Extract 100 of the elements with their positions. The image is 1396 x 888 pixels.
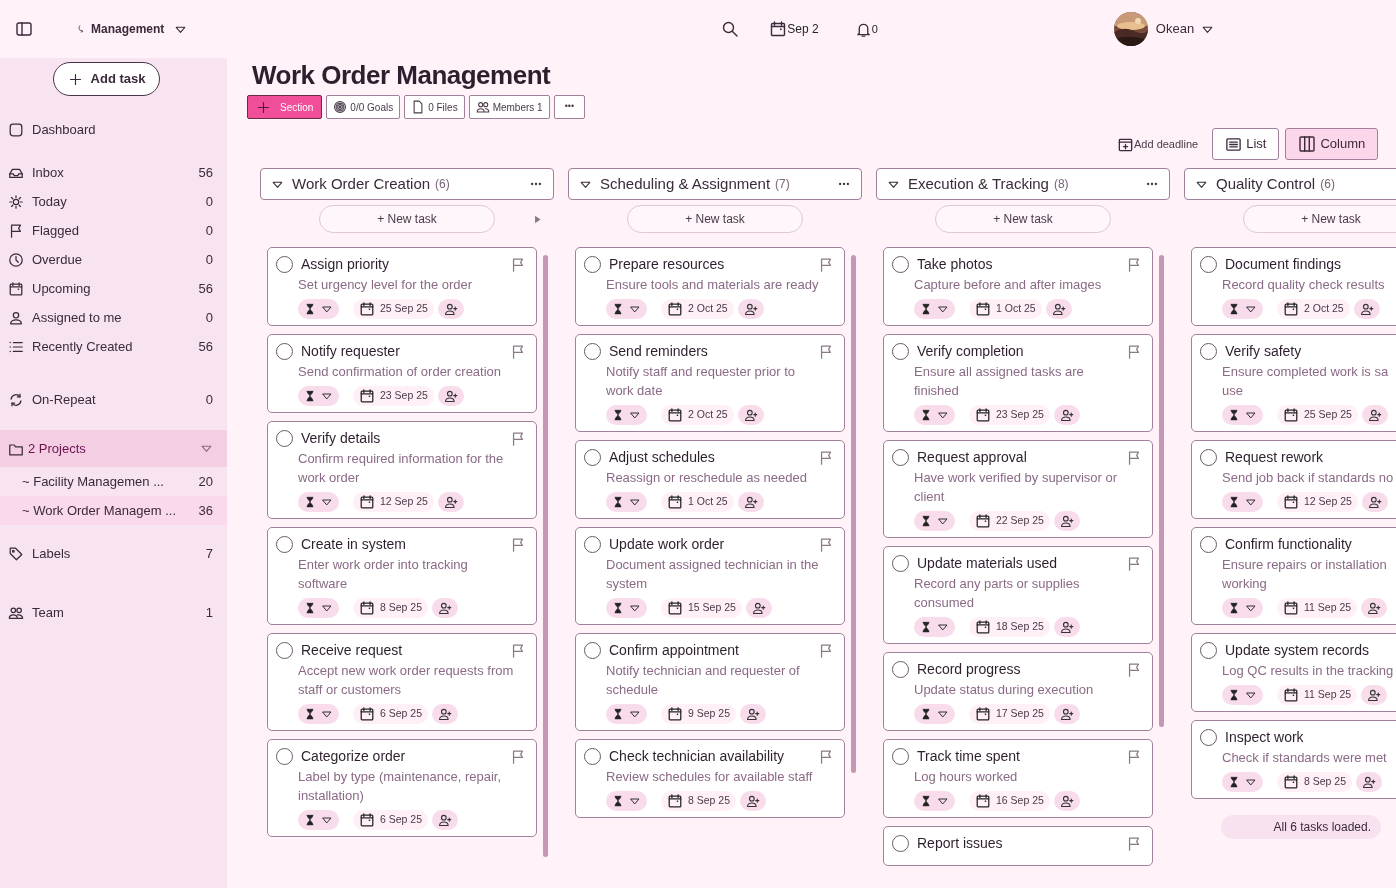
task-card[interactable]: Update system records Log QC results in the tracking 11 Sep 25	[1191, 633, 1396, 713]
due-date-button[interactable]: 16 Sep 25	[969, 791, 1050, 812]
task-checkbox[interactable]	[276, 343, 293, 361]
priority-button[interactable]	[1222, 405, 1263, 426]
priority-button[interactable]	[298, 704, 339, 725]
assign-button[interactable]	[1053, 511, 1080, 532]
task-checkbox[interactable]	[1200, 343, 1217, 361]
assign-button[interactable]	[740, 704, 767, 725]
task-checkbox[interactable]	[584, 256, 601, 274]
task-checkbox[interactable]	[276, 430, 293, 448]
due-date-button[interactable]: 8 Sep 25	[353, 598, 429, 619]
task-card[interactable]: Take photos Capture before and after images 1 Oct 25	[883, 247, 1153, 327]
column-header[interactable]: Quality Control (6)	[1184, 168, 1396, 201]
sidebar-toggle-button[interactable]	[15, 20, 33, 38]
task-card[interactable]: Update work order Document assigned technician in the system 15 Sep 25	[575, 527, 845, 626]
priority-button[interactable]	[606, 704, 647, 725]
priority-button[interactable]	[1222, 772, 1263, 793]
task-card[interactable]: Verify completion Ensure all assigned tasks are finished 23 Sep 25	[883, 334, 1153, 433]
due-date-button[interactable]: 1 Oct 25	[969, 299, 1042, 320]
task-card[interactable]: Check technician availability Review schedules for available staff 8 Sep 25	[575, 739, 845, 819]
task-checkbox[interactable]	[892, 256, 909, 274]
task-checkbox[interactable]	[1200, 642, 1217, 660]
due-date-button[interactable]: 11 Sep 25	[1277, 685, 1358, 706]
column-header[interactable]: Work Order Creation (6)	[260, 168, 554, 201]
task-checkbox[interactable]	[892, 661, 909, 679]
assign-button[interactable]	[1361, 492, 1388, 513]
members-button[interactable]: Members 1	[468, 95, 550, 120]
new-task-button[interactable]: + New task	[1243, 205, 1396, 234]
assign-button[interactable]	[1053, 704, 1080, 725]
task-card[interactable]: Verify safety Ensure completed work is sa use 25 Sep 25	[1191, 334, 1396, 433]
sidebar-item[interactable]: Flagged 0	[0, 216, 227, 245]
assign-button[interactable]	[1353, 299, 1380, 320]
priority-button[interactable]	[1222, 598, 1263, 619]
assign-button[interactable]	[737, 405, 764, 426]
due-date-button[interactable]: 6 Sep 25	[353, 704, 429, 725]
column-view-button[interactable]: Column	[1285, 128, 1379, 161]
due-date-button[interactable]: 22 Sep 25	[969, 511, 1050, 532]
task-checkbox[interactable]	[892, 449, 909, 467]
priority-button[interactable]	[914, 704, 955, 725]
assign-button[interactable]	[437, 492, 464, 513]
priority-button[interactable]	[298, 810, 339, 831]
priority-button[interactable]	[606, 492, 647, 513]
assign-button[interactable]	[740, 791, 767, 812]
priority-button[interactable]	[914, 617, 955, 638]
task-checkbox[interactable]	[584, 642, 601, 660]
assign-button[interactable]	[1053, 791, 1080, 812]
task-card[interactable]: Adjust schedules Reassign or reschedule as needed 1 Oct 25	[575, 440, 845, 520]
task-card[interactable]: Request rework Send job back if standards no 12 Sep 25	[1191, 440, 1396, 520]
sidebar-item[interactable]: Assigned to me 0	[0, 303, 227, 332]
assign-button[interactable]	[437, 386, 464, 407]
project-item[interactable]: ~ Work Order Managem ... 36	[0, 496, 227, 525]
sidebar-item[interactable]: Recently Created 56	[0, 332, 227, 361]
priority-button[interactable]	[1222, 492, 1263, 513]
due-date-button[interactable]: 25 Sep 25	[353, 299, 434, 320]
sidebar-item[interactable]: Overdue 0	[0, 245, 227, 274]
priority-button[interactable]	[1222, 299, 1263, 320]
priority-button[interactable]	[914, 299, 955, 320]
priority-button[interactable]	[606, 299, 647, 320]
due-date-button[interactable]: 2 Oct 25	[661, 299, 734, 320]
due-date-button[interactable]: 1 Oct 25	[661, 492, 734, 513]
task-card[interactable]: Record progress Update status during execution 17 Sep 25	[883, 652, 1153, 732]
task-checkbox[interactable]	[892, 835, 909, 853]
projects-header[interactable]: 2 Projects	[0, 430, 227, 467]
task-checkbox[interactable]	[276, 748, 293, 766]
due-date-button[interactable]: 12 Sep 25	[353, 492, 434, 513]
task-card[interactable]: Confirm functionality Ensure repairs or installation working 11 Sep 25	[1191, 527, 1396, 626]
task-checkbox[interactable]	[584, 343, 601, 361]
due-date-button[interactable]: 18 Sep 25	[969, 617, 1050, 638]
task-checkbox[interactable]	[1200, 449, 1217, 467]
sidebar-item[interactable]: Dashboard	[0, 115, 227, 144]
assign-button[interactable]	[1361, 598, 1388, 619]
due-date-button[interactable]: 8 Sep 25	[1277, 772, 1353, 793]
due-date-button[interactable]: 23 Sep 25	[353, 386, 434, 407]
workspace-name[interactable]: Management	[91, 20, 165, 38]
due-date-button[interactable]: 2 Oct 25	[661, 405, 734, 426]
due-date-button[interactable]: 8 Sep 25	[661, 791, 737, 812]
task-checkbox[interactable]	[276, 256, 293, 274]
new-task-button[interactable]: + New task	[627, 205, 803, 234]
due-date-button[interactable]: 6 Sep 25	[353, 810, 429, 831]
goals-button[interactable]: 0/0 Goals	[326, 95, 401, 120]
sidebar-item[interactable]: Upcoming 56	[0, 274, 227, 303]
task-card[interactable]: Send reminders Notify staff and requester prior to work date 2 Oct 25	[575, 334, 845, 433]
search-button[interactable]	[721, 20, 740, 38]
due-date-button[interactable]: 2 Oct 25	[1277, 299, 1350, 320]
files-button[interactable]: 0 Files	[404, 95, 465, 120]
sidebar-item[interactable]: Labels 7	[0, 539, 227, 568]
sidebar-item[interactable]: On-Repeat 0	[0, 385, 227, 414]
collapse-button[interactable]	[532, 213, 543, 225]
new-task-button[interactable]: + New task	[935, 205, 1111, 234]
sidebar-item[interactable]: Team 1	[0, 598, 227, 627]
task-card[interactable]: Categorize order Label by type (maintenance, repair, installation) 6 Sep 25	[267, 739, 537, 838]
due-date-button[interactable]: 25 Sep 25	[1277, 405, 1358, 426]
task-checkbox[interactable]	[584, 748, 601, 766]
sidebar-item[interactable]: Inbox 56	[0, 158, 227, 187]
priority-button[interactable]	[606, 598, 647, 619]
priority-button[interactable]	[606, 791, 647, 812]
task-checkbox[interactable]	[892, 555, 909, 573]
task-card[interactable]: Notify requester Send confirmation of order creation 23 Sep 25	[267, 334, 537, 414]
due-date-button[interactable]: 9 Sep 25	[661, 704, 737, 725]
notifications-button[interactable]: 0	[854, 20, 878, 38]
